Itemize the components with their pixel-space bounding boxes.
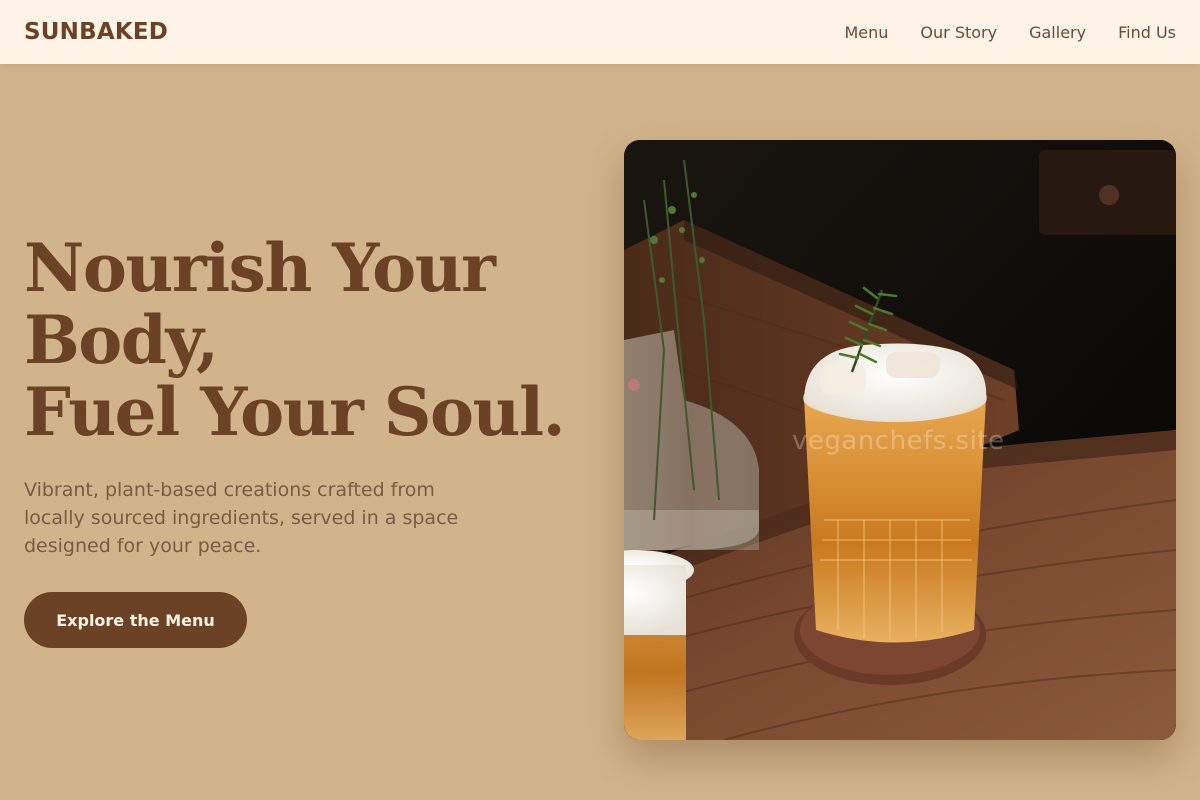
image-watermark: veganchefs.site <box>792 426 1005 456</box>
site-logo[interactable]: SUNBAKED <box>24 19 168 45</box>
nav-link-our-story[interactable]: Our Story <box>920 23 997 42</box>
site-header: SUNBAKED Menu Our Story Gallery Find Us <box>0 0 1200 64</box>
nav-link-find-us[interactable]: Find Us <box>1118 23 1176 42</box>
hero-subtitle: Vibrant, plant-based creations crafted f… <box>24 479 459 557</box>
nav-link-menu[interactable]: Menu <box>844 23 888 42</box>
main-nav: Menu Our Story Gallery Find Us <box>844 23 1176 42</box>
explore-menu-button[interactable]: Explore the Menu <box>24 592 247 648</box>
hero-headline: Nourish Your Body, Fuel Your Soul. <box>24 232 584 448</box>
headline-line-3: Fuel Your Soul. <box>24 373 566 451</box>
headline-line-2: Body, <box>24 301 219 379</box>
nav-link-gallery[interactable]: Gallery <box>1029 23 1086 42</box>
hero-image: veganchefs.site <box>624 140 1176 740</box>
headline-line-1: Nourish Your <box>24 229 496 307</box>
hero-content: Nourish Your Body, Fuel Your Soul. Vibra… <box>24 232 584 648</box>
